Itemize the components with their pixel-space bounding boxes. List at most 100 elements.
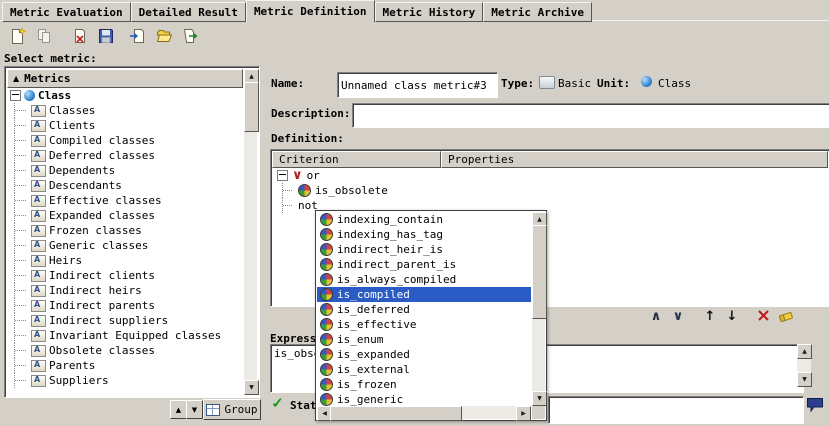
- column-header-criterion[interactable]: Criterion: [272, 151, 441, 168]
- dropdown-item[interactable]: is_generic: [317, 392, 531, 406]
- tree-item[interactable]: Dependents: [7, 163, 243, 178]
- metric-icon: [31, 330, 46, 342]
- copy-metric-button[interactable]: [32, 24, 56, 48]
- tree-item[interactable]: Generic classes: [7, 238, 243, 253]
- copy-metric-icon: [35, 27, 53, 45]
- tree-item[interactable]: Invariant Equipped classes: [7, 328, 243, 343]
- dropdown-item[interactable]: indirect_heir_is: [317, 242, 531, 257]
- collapse-icon[interactable]: [10, 90, 21, 101]
- tree-root-label: Class: [38, 89, 71, 102]
- metric-tree-panel: ▲ Metrics Class Classes: [4, 66, 260, 398]
- tree-item-class-root[interactable]: Class: [7, 88, 243, 103]
- group-button[interactable]: Group: [203, 399, 261, 420]
- tree-item[interactable]: Heirs: [7, 253, 243, 268]
- dropdown-item[interactable]: indirect_parent_is: [317, 257, 531, 272]
- description-input[interactable]: [352, 103, 829, 128]
- tree-item[interactable]: Deferred classes: [7, 148, 243, 163]
- scrollbar-thumb[interactable]: [330, 406, 462, 421]
- dropdown-item[interactable]: is_effective: [317, 317, 531, 332]
- collapse-icon[interactable]: [277, 170, 288, 181]
- dropdown-item[interactable]: indexing_contain: [317, 212, 531, 227]
- criterion-icon: [320, 333, 333, 346]
- criterion-row-is-obsolete[interactable]: is_obsolete: [272, 183, 828, 198]
- dropdown-horizontal-scrollbar[interactable]: ◀ ▶: [317, 406, 531, 419]
- metrics-column-header[interactable]: ▲ Metrics: [7, 69, 243, 88]
- scroll-right-icon[interactable]: ▶: [516, 406, 531, 421]
- tree-item[interactable]: Compiled classes: [7, 133, 243, 148]
- open-metric-file-button[interactable]: [152, 24, 176, 48]
- type-label: Type:: [501, 77, 534, 90]
- tab[interactable]: Metric Archive: [483, 2, 592, 22]
- tree-item[interactable]: Expanded classes: [7, 208, 243, 223]
- type-value: Basic: [558, 77, 591, 90]
- tree-item[interactable]: Classes: [7, 103, 243, 118]
- save-metric-button[interactable]: [94, 24, 118, 48]
- column-header-properties[interactable]: Properties: [441, 151, 828, 168]
- tree-item[interactable]: Frozen classes: [7, 223, 243, 238]
- tree-connector: [10, 253, 28, 268]
- tree-item[interactable]: Descendants: [7, 178, 243, 193]
- delete-criterion-button[interactable]: [754, 307, 774, 325]
- tree-connector: [10, 358, 28, 373]
- move-up-button[interactable]: ↑: [700, 307, 720, 325]
- dropdown-item[interactable]: is_compiled: [317, 287, 531, 302]
- criterion-icon: [320, 393, 333, 406]
- tree-item[interactable]: Effective classes: [7, 193, 243, 208]
- scroll-up-icon[interactable]: ▲: [797, 344, 812, 359]
- scroll-down-icon[interactable]: ▼: [244, 380, 259, 395]
- scroll-down-icon[interactable]: ▼: [797, 372, 812, 387]
- metric-icon: [31, 165, 46, 177]
- tree-item-label: Heirs: [49, 254, 82, 267]
- tree-item[interactable]: Parents: [7, 358, 243, 373]
- scroll-down-icon[interactable]: ▼: [532, 391, 547, 406]
- metric-icon: [31, 240, 46, 252]
- move-down-button[interactable]: ↓: [722, 307, 742, 325]
- tree-item-label: Indirect clients: [49, 269, 155, 282]
- new-metric-button[interactable]: [6, 24, 30, 48]
- scrollbar-thumb[interactable]: [532, 225, 547, 319]
- new-metric-icon: [9, 27, 27, 45]
- tab[interactable]: Detailed Result: [131, 2, 246, 22]
- tree-item[interactable]: Indirect suppliers: [7, 313, 243, 328]
- import-metrics-button[interactable]: [126, 24, 150, 48]
- dropdown-item[interactable]: is_enum: [317, 332, 531, 347]
- erase-criteria-button[interactable]: [776, 307, 796, 325]
- tree-item[interactable]: Indirect parents: [7, 298, 243, 313]
- tree-connector: [10, 103, 28, 118]
- comment-bubble-button[interactable]: [806, 397, 824, 416]
- criterion-icon: [320, 258, 333, 271]
- metric-icon: [31, 105, 46, 117]
- dropdown-item[interactable]: is_deferred: [317, 302, 531, 317]
- dropdown-item[interactable]: is_expanded: [317, 347, 531, 362]
- criterion-row-or[interactable]: ∨ or: [272, 168, 828, 183]
- unit-label: Unit:: [597, 77, 630, 90]
- criterion-label: is_obsolete: [315, 184, 388, 197]
- dropdown-vertical-scrollbar[interactable]: ▲ ▼: [532, 212, 545, 406]
- move-metric-down-button[interactable]: ▼: [186, 400, 203, 419]
- tree-item[interactable]: Suppliers: [7, 373, 243, 388]
- dropdown-item[interactable]: is_external: [317, 362, 531, 377]
- or-operator-button[interactable]: ∨: [668, 307, 688, 325]
- tree-item[interactable]: Obsolete classes: [7, 343, 243, 358]
- tree-item[interactable]: Clients: [7, 118, 243, 133]
- dropdown-item[interactable]: is_always_compiled: [317, 272, 531, 287]
- tab[interactable]: Metric Evaluation: [2, 2, 131, 22]
- scrollbar-thumb[interactable]: [244, 82, 259, 132]
- tree-item[interactable]: Indirect clients: [7, 268, 243, 283]
- dropdown-item[interactable]: is_frozen: [317, 377, 531, 392]
- expression-scrollbar[interactable]: ▲ ▼: [797, 344, 811, 387]
- comment-bubble-icon: [806, 397, 824, 413]
- class-unit-icon: [24, 90, 35, 101]
- delete-metric-button[interactable]: [68, 24, 92, 48]
- tree-scrollbar[interactable]: ▲ ▼: [244, 69, 257, 395]
- export-metrics-button[interactable]: [178, 24, 202, 48]
- tab[interactable]: Metric Definition: [246, 0, 375, 22]
- status-text-field[interactable]: [548, 396, 804, 424]
- dropdown-item[interactable]: indexing_has_tag: [317, 227, 531, 242]
- move-metric-up-button[interactable]: ▲: [170, 400, 187, 419]
- tree-item[interactable]: Indirect heirs: [7, 283, 243, 298]
- tab[interactable]: Metric History: [375, 2, 484, 22]
- and-operator-button[interactable]: ∧: [646, 307, 666, 325]
- dropdown-item-label: is_compiled: [337, 288, 410, 301]
- name-input[interactable]: [337, 72, 498, 98]
